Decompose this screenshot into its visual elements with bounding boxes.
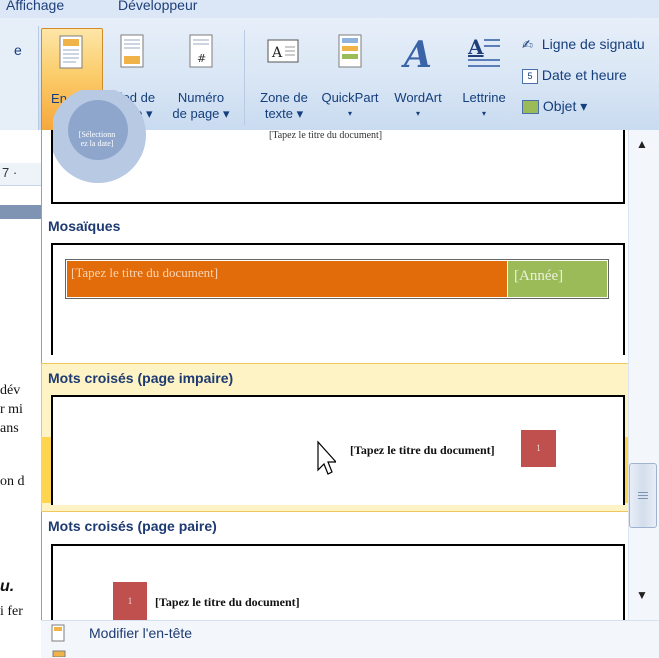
quickpart-label-1: QuickPart [321, 90, 379, 105]
signature-icon: ✍ [522, 37, 533, 52]
svg-text:A: A [271, 45, 283, 61]
doc-text-line: ans [0, 421, 19, 436]
quickpart-button[interactable]: QuickPart ▾ [316, 28, 384, 128]
page-number-icon: # [189, 34, 213, 68]
ribbon-left-group: e [0, 26, 39, 130]
date-time-label: Date et heure [541, 67, 627, 83]
page-number-button[interactable]: # Numéro de page ▾ [165, 28, 237, 128]
svg-text:A: A [467, 35, 484, 59]
ruler-bar [0, 205, 41, 219]
title-placeholder: [Tapez le titre du document] [71, 265, 219, 280]
svg-text:#: # [197, 52, 206, 65]
ribbon-group-separator [244, 30, 245, 125]
year-placeholder: [Année] [514, 268, 564, 284]
gallery-scrollbar[interactable] [628, 130, 659, 620]
gallery-item-mots-croises-paire[interactable]: 1 [Tapez le titre du document] [51, 544, 625, 626]
object-icon [522, 100, 539, 115]
date-time-button[interactable]: 5 Date et heure [522, 67, 659, 87]
footer-page-icon [120, 34, 144, 68]
gallery-item-mots-croises-impaire[interactable]: [Tapez le titre du document] 1 [51, 395, 625, 505]
scroll-up-arrow-icon[interactable]: ▲ [636, 137, 648, 151]
page-number-box: 1 [521, 430, 556, 467]
section-title-mots-croises-paire: Mots croisés (page paire) [48, 518, 217, 534]
title-bar-orange: [Tapez le titre du document] [67, 261, 507, 297]
object-label: Objet ▾ [542, 98, 588, 114]
textbox-label-2: texte ▾ [264, 106, 304, 121]
chevron-down-icon: ▾ [415, 109, 420, 118]
modify-header-menu-item[interactable]: Modifier l'en-tête [50, 624, 610, 646]
tab-affichage[interactable]: Affichage [6, 0, 64, 13]
doc-heading: u. [0, 578, 15, 595]
modify-header-label: Modifier l'en-tête [89, 625, 193, 641]
gallery-item-mosaiques[interactable]: [Tapez le titre du document] [Année] [51, 243, 625, 355]
gallery-item-top-partial[interactable]: [Sélectionn ez la date] [Tapez le titre … [51, 90, 625, 204]
doc-text-line: on d [0, 474, 25, 489]
quickpart-icon [338, 34, 362, 68]
date-placeholder-line2: ez la date] [80, 139, 114, 148]
ribbon-tabs-strip: Affichage Développeur [0, 0, 659, 18]
page-number-label-1: Numéro [177, 90, 225, 105]
signature-line-button[interactable]: ✍ Ligne de signatu [522, 36, 659, 56]
ribbon-left-edge-text: e [14, 42, 22, 58]
textbox-label-1: Zone de [260, 90, 308, 105]
menu-item-icon [52, 650, 66, 657]
page-number-box: 1 [113, 582, 147, 620]
header-page-icon [51, 624, 65, 642]
calendar-icon: 5 [522, 68, 538, 84]
doc-text-line: r mi [0, 402, 23, 417]
title-placeholder: [Tapez le titre du document] [350, 443, 495, 457]
tab-developpeur[interactable]: Développeur [118, 0, 197, 13]
scrollbar-thumb[interactable] [629, 463, 657, 528]
doc-text-line: i fer [0, 604, 23, 619]
wordart-icon: A [401, 34, 432, 72]
doc-text-line: dév [0, 383, 21, 398]
wordart-button[interactable]: A WordArt ▾ [386, 28, 450, 128]
wordart-label-1: WordArt [394, 90, 442, 105]
dropcap-icon: A [467, 35, 500, 67]
header-page-icon [59, 35, 83, 69]
page-number-label-2: de page ▾ [172, 106, 230, 121]
dropcap-label-1: Lettrine [462, 90, 506, 105]
object-button[interactable]: Objet ▾ [522, 98, 659, 118]
chevron-down-icon: ▾ [481, 109, 486, 118]
dropcap-button[interactable]: A Lettrine ▾ [452, 28, 516, 128]
year-bar-green: [Année] [508, 261, 607, 297]
date-placeholder-line1: [Sélectionn [78, 130, 116, 139]
section-title-mots-croises-impaire: Mots croisés (page impaire) [48, 370, 234, 386]
ruler-text: 7 · [2, 165, 18, 180]
title-placeholder: [Tapez le titre du document] [155, 595, 300, 609]
section-title-mosaiques: Mosaïques [48, 218, 121, 234]
chevron-down-icon: ▾ [347, 109, 352, 118]
title-placeholder: [Tapez le titre du document] [269, 130, 383, 141]
ruler: 7 · [0, 163, 41, 186]
textbox-button[interactable]: A Zone de texte ▾ [252, 28, 316, 128]
textbox-icon: A [267, 39, 299, 63]
scroll-down-arrow-icon[interactable]: ▼ [636, 588, 648, 602]
svg-text:A: A [401, 34, 432, 72]
mouse-cursor-icon [317, 440, 336, 475]
signature-label: Ligne de signatu [541, 36, 645, 52]
